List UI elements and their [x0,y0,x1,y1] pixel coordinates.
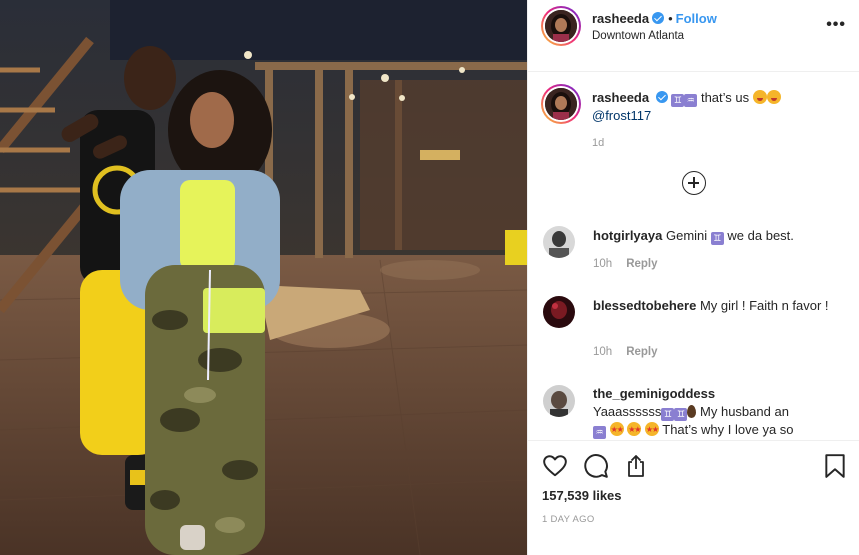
gemini-icon: ♊ [710,232,724,245]
post-details-panel: rasheeda • Follow Downtown Atlanta ••• ras… [527,0,859,555]
tongue-face-icon [752,90,767,104]
comment-text: blessedtobehere My girl ! Faith n favor … [593,298,829,313]
gemini-icon: ♊ [671,94,685,107]
header-username[interactable]: rasheeda [592,11,649,26]
comment-text: the_geminigoddess Yaaassssss ♊ ♊ My husban… [593,385,843,439]
comment-bubble-icon[interactable] [583,453,609,484]
caption-avatar[interactable] [545,88,577,120]
aquarius-icon: ♒ [684,94,698,107]
heart-icon[interactable] [542,453,568,484]
caption-mention[interactable]: @frost117 [592,108,651,123]
photo-image [0,0,527,555]
caption-text: that’s us [700,90,750,105]
star-eyes-icon [609,421,624,439]
gemini-icon: ♊ [674,408,688,421]
comment-username[interactable]: hotgirlyaya [593,228,662,243]
plus-circle-icon[interactable] [682,171,706,195]
tongue-face-icon [766,90,781,104]
likes-count[interactable]: 157,539 likes [542,488,622,503]
bookmark-icon[interactable] [824,453,846,484]
comment-text: hotgirlyaya Gemini ♊ we da best. [593,228,794,245]
post-actions: 157,539 likes 1 DAY AGO [528,440,859,555]
caption: rasheeda ♊ ♒ that’s us @frost117 [592,89,842,125]
avatar[interactable] [545,10,577,42]
comment-time[interactable]: 10h [593,346,612,358]
aquarius-icon: ♒ [593,426,606,439]
post-photo[interactable] [0,0,527,555]
reply-button[interactable]: Reply [626,346,657,358]
gemini-icon: ♊ [661,408,675,421]
star-eyes-icon [644,421,659,439]
comment-avatar[interactable] [543,226,575,258]
comments-list[interactable]: rasheeda ♊ ♒ that’s us @frost117 1d hotgi… [528,72,859,440]
share-icon[interactable] [624,453,648,484]
reply-button[interactable]: Reply [626,258,657,270]
separator-dot: • [668,11,673,26]
comment-avatar[interactable] [543,296,575,328]
comment-time[interactable]: 10h [593,258,612,270]
post-header: rasheeda • Follow Downtown Atlanta ••• [528,0,859,72]
follow-button[interactable]: Follow [676,11,717,26]
comment-username[interactable]: the_geminigoddess [593,386,715,401]
caption-username[interactable]: rasheeda [592,90,649,105]
posted-time[interactable]: 1 DAY AGO [542,514,595,525]
verified-badge-icon [652,12,665,24]
comment-meta: 10h Reply [593,258,658,270]
star-eyes-icon [627,421,641,439]
header-user-line: rasheeda • Follow [592,11,717,26]
comment-avatar[interactable] [543,385,575,417]
drop-icon [687,405,697,418]
caption-time[interactable]: 1d [592,137,604,149]
comment-meta: 10h Reply [593,346,658,358]
location-link[interactable]: Downtown Atlanta [592,30,684,42]
comment-username[interactable]: blessedtobehere [593,298,696,313]
more-options-icon[interactable]: ••• [826,16,846,34]
verified-badge-icon [655,91,668,103]
